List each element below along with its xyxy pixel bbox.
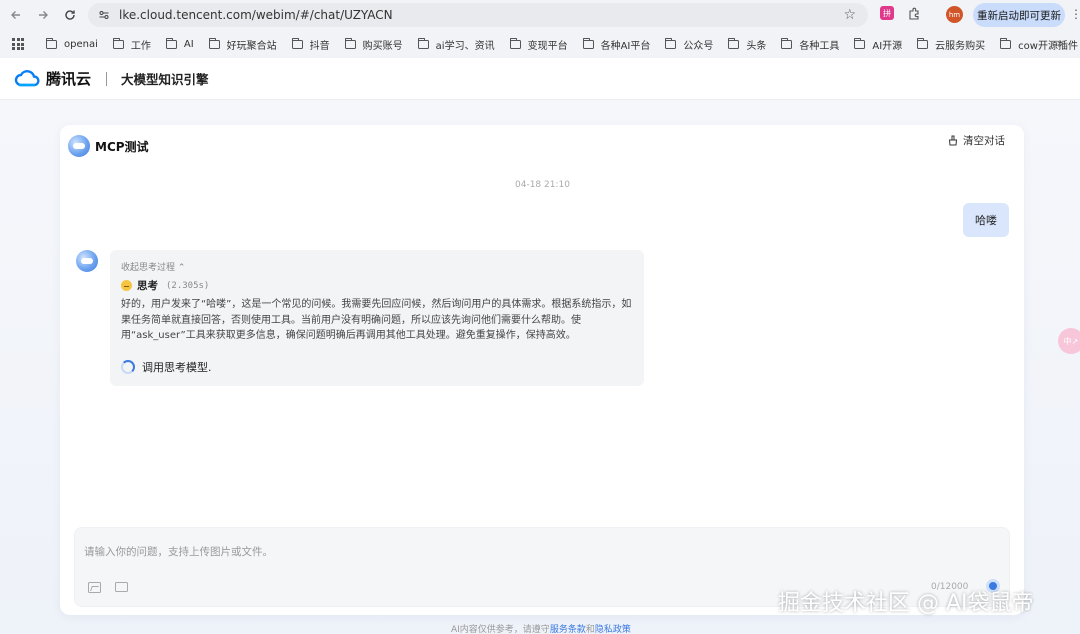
bookmark-label: 变现平台 [527, 40, 568, 52]
bookmark-item[interactable]: 各种AI平台 [582, 37, 651, 52]
folder-icon [208, 37, 220, 49]
chat-panel: MCP测试 清空对话 04-18 21:10 哈喽 收起思考过程 ⌃ 思考 (2… [60, 125, 1024, 615]
chat-header: MCP测试 [68, 133, 1008, 159]
folder-icon [46, 37, 57, 49]
address-bar[interactable]: lke.cloud.tencent.com/webim/#/chat/UZYAC… [88, 3, 868, 27]
folder-icon [917, 37, 929, 49]
site-settings-icon[interactable] [97, 8, 111, 22]
bookmark-label: openai [64, 38, 98, 50]
bookmark-label: 工作 [130, 40, 151, 52]
bookmark-label: 云服务购买 [935, 40, 986, 52]
bot-avatar [68, 135, 90, 157]
bookmark-item[interactable]: cow开源插件 [1000, 37, 1078, 52]
profile-avatar[interactable]: hm [946, 6, 963, 23]
tencent-cloud-logo-icon[interactable] [14, 69, 42, 89]
bookmark-label: 购买账号 [362, 40, 403, 52]
folder-icon [344, 37, 356, 49]
bookmark-label: 各种AI平台 [600, 40, 651, 52]
bookmark-item[interactable]: ai学习、资讯 [417, 37, 495, 52]
folder-icon [582, 37, 594, 49]
bookmark-list: openai 工作 AI 好玩聚合站 抖音 购买账号 ai学习、资讯 变现平台 各种AI平台 公众… [46, 37, 1080, 52]
browser-menu-icon[interactable]: ⋮ [1070, 7, 1080, 21]
bookmark-item[interactable]: 抖音 [291, 37, 330, 52]
browser-toolbar: lke.cloud.tencent.com/webim/#/chat/UZYAC… [0, 0, 1080, 30]
bookmark-item[interactable]: 购买账号 [344, 37, 403, 52]
folder-icon [165, 37, 177, 49]
app-header: 腾讯云 大模型知识引擎 [0, 58, 1080, 100]
bookmark-label: AI [183, 38, 194, 50]
disclaimer: AI内容仅供参考，请遵守服务条款和隐私政策 [451, 622, 631, 634]
bookmark-item[interactable]: 工作 [112, 37, 151, 52]
bot-reply-avatar [76, 250, 98, 272]
bookmark-item[interactable]: 各种工具 [781, 37, 839, 52]
product-name: 大模型知识引擎 [121, 72, 209, 87]
bookmark-item[interactable]: AI [165, 37, 194, 50]
back-arrow-icon[interactable] [5, 4, 27, 26]
folder-icon [112, 37, 124, 49]
chat-input-placeholder: 请输入你的问题，支持上传图片或文件。 [84, 546, 273, 558]
folder-icon [291, 37, 303, 49]
bookmark-item[interactable]: AI开源 [854, 37, 902, 52]
terms-link[interactable]: 服务条款 [550, 625, 586, 634]
loading-text: 调用思考模型. [142, 361, 212, 374]
bookmark-label: 各种工具 [799, 40, 840, 52]
forward-arrow-icon[interactable] [32, 4, 54, 26]
bookmark-item[interactable]: 云服务购买 [917, 37, 985, 52]
bookmarks-bar: openai 工作 AI 好玩聚合站 抖音 购买账号 ai学习、资讯 变现平台 各种AI平台 公众… [0, 30, 1080, 58]
folder-upload-icon[interactable] [115, 582, 128, 592]
disclaimer-text: AI内容仅供参考，请遵守 [451, 625, 550, 634]
thinking-panel: 收起思考过程 ⌃ 思考 (2.305s) 好的，用户发来了“哈喽”，这是一个常见… [110, 250, 644, 386]
thinking-header: 思考 (2.305s) [121, 278, 209, 293]
loading-status: 调用思考模型. [121, 359, 212, 375]
folder-icon [665, 37, 677, 49]
bookmark-star-icon[interactable]: ☆ [843, 7, 856, 23]
bookmark-label: 头条 [746, 40, 767, 52]
loading-spinner-icon [121, 360, 135, 374]
more-bookmarks-icon[interactable]: » [1057, 36, 1064, 50]
side-float-widget[interactable]: 中↗ [1058, 328, 1080, 354]
folder-icon [417, 37, 429, 49]
message-timestamp: 04-18 21:10 [515, 180, 570, 190]
thinking-duration: (2.305s) [166, 280, 210, 291]
disclaimer-and: 和 [585, 625, 595, 634]
privacy-link[interactable]: 隐私政策 [595, 625, 631, 634]
clear-conversation-label: 清空对话 [963, 135, 1005, 147]
bookmark-label: 公众号 [683, 40, 714, 52]
folder-icon [854, 37, 866, 49]
logo-text: 腾讯云 [46, 70, 92, 88]
url-text: lke.cloud.tencent.com/webim/#/chat/UZYAC… [119, 8, 393, 22]
bookmark-label: ai学习、资讯 [435, 40, 495, 52]
bookmark-item[interactable]: openai [46, 37, 98, 50]
clear-conversation-button[interactable]: 清空对话 [948, 133, 1005, 148]
image-upload-icon[interactable] [88, 582, 101, 593]
folder-icon [781, 37, 793, 49]
bookmark-label: 好玩聚合站 [226, 40, 277, 52]
header-divider [106, 71, 108, 86]
watermark: 掘金技术社区 @ AI袋鼠帝 [778, 591, 1034, 616]
user-message-bubble: 哈喽 [963, 203, 1009, 237]
thinking-text: 好的，用户发来了“哈喽”，这是一个常见的问候。我需要先回应问候，然后询问用户的具… [121, 299, 632, 341]
bookmark-item[interactable]: 变现平台 [509, 37, 568, 52]
collapse-thinking-toggle[interactable]: 收起思考过程 ⌃ [121, 260, 185, 273]
bookmark-label: cow开源插件 [1018, 40, 1078, 52]
broom-icon [948, 135, 958, 146]
folder-icon [728, 37, 740, 49]
bookmark-label: 抖音 [309, 40, 330, 52]
extensions-puzzle-icon[interactable] [907, 6, 921, 20]
thinking-face-icon [121, 280, 132, 291]
bookmark-label: AI开源 [872, 40, 903, 52]
restart-update-button[interactable]: 重新启动即可更新 [973, 3, 1065, 27]
extension-pin-icon[interactable]: 拼 [880, 6, 894, 20]
chat-title: MCP测试 [95, 139, 149, 154]
reload-icon[interactable] [59, 4, 81, 26]
thinking-label: 思考 [137, 280, 158, 292]
bookmark-item[interactable]: 好玩聚合站 [208, 37, 277, 52]
folder-icon [1000, 37, 1012, 49]
bookmark-item[interactable]: 头条 [728, 37, 766, 52]
folder-icon [509, 37, 521, 49]
bookmark-item[interactable]: 公众号 [665, 37, 713, 52]
apps-grid-icon[interactable] [12, 38, 24, 50]
